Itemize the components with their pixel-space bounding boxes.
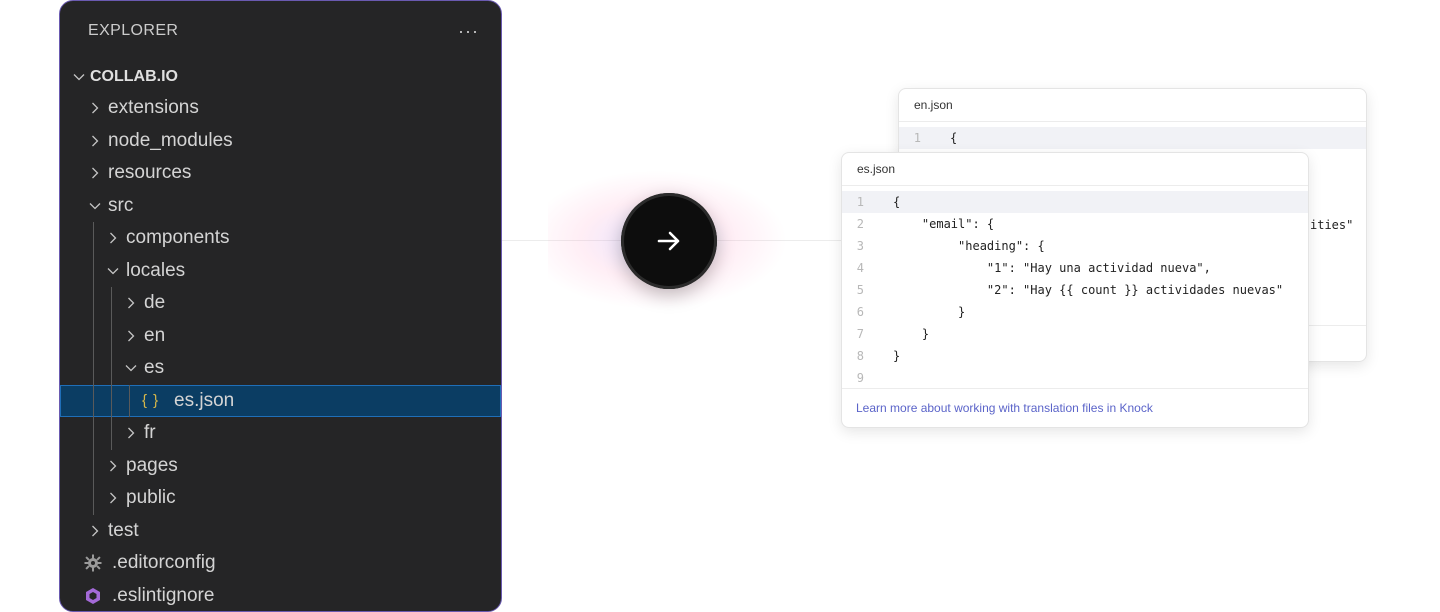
tree-item-label: locales	[126, 259, 186, 281]
es-json-card: es.json 1{2 "email": {3 "heading": {4 "1…	[841, 152, 1309, 428]
line-number: 1	[913, 131, 921, 145]
tree-item-test[interactable]: test	[60, 515, 501, 548]
tree-item-label: es.json	[174, 389, 235, 411]
tree-item-label: resources	[108, 162, 192, 184]
code-text: "heading": {	[893, 239, 1045, 253]
chevron-down-icon	[72, 70, 90, 84]
tree-item-es[interactable]: es	[60, 352, 501, 385]
chevron-right-icon	[106, 491, 124, 505]
tree-item-label: .eslintignore	[112, 584, 215, 606]
code-line: 9	[842, 367, 1308, 389]
code-text: }	[893, 327, 930, 341]
chevron-down-icon	[88, 199, 106, 213]
file-tree: COLLAB.IO extensions node_modules resource…	[60, 61, 501, 612]
tree-item-label: en	[144, 324, 166, 346]
code-editor-es[interactable]: 1{2 "email": {3 "heading": {4 "1": "Hay …	[842, 186, 1308, 389]
chevron-right-icon	[124, 426, 142, 440]
gear-icon	[84, 554, 102, 572]
chevron-right-icon	[88, 101, 106, 115]
tree-item-label: pages	[126, 454, 178, 476]
explorer-panel: EXPLORER ··· COLLAB.IO extensions node_mo…	[59, 0, 502, 612]
tree-item-label: node_modules	[108, 129, 233, 151]
code-line: 4 "1": "Hay una actividad nueva",	[842, 257, 1308, 279]
tree-item-de[interactable]: de	[60, 287, 501, 320]
code-text: "1": "Hay una actividad nueva",	[893, 261, 1211, 275]
line-number: 1	[856, 195, 864, 209]
tree-item-fr[interactable]: fr	[60, 417, 501, 450]
line-number: 3	[856, 239, 864, 253]
tree-item-src[interactable]: src	[60, 190, 501, 223]
tree-root-label: COLLAB.IO	[90, 67, 178, 85]
explorer-header: EXPLORER ···	[60, 1, 501, 61]
card-tab-es-json[interactable]: es.json	[842, 153, 1308, 186]
tree-item-pages[interactable]: pages	[60, 450, 501, 483]
chevron-right-icon	[124, 329, 142, 343]
code-line: 1{	[899, 127, 1366, 149]
tree-item-label: extensions	[108, 97, 199, 119]
code-line: 5 "2": "Hay {{ count }} actividades nuev…	[842, 279, 1308, 301]
code-text: }	[893, 349, 901, 363]
arrow-button[interactable]	[621, 193, 717, 289]
indent-guide	[111, 287, 112, 450]
indent-guide	[93, 222, 94, 515]
peek-text: ities"	[1310, 218, 1354, 232]
tree-item-label: src	[108, 194, 134, 216]
tree-item-label: test	[108, 519, 139, 541]
chevron-right-icon	[106, 459, 124, 473]
code-line: 1{	[842, 191, 1308, 213]
line-number: 8	[856, 349, 864, 363]
tree-item-editorconfig[interactable]: .editorconfig	[60, 547, 501, 580]
code-editor-en[interactable]: 1{	[899, 122, 1366, 149]
line-number: 5	[856, 283, 864, 297]
line-number: 9	[856, 371, 864, 385]
tree-item-label: .editorconfig	[112, 552, 216, 574]
indent-guide	[129, 384, 130, 417]
arrow-right-icon	[657, 231, 680, 251]
code-text: {	[950, 131, 958, 145]
tree-item-locales[interactable]: locales	[60, 255, 501, 288]
code-text: {	[893, 195, 901, 209]
code-line: 8}	[842, 345, 1308, 367]
tree-item-label: public	[126, 487, 176, 509]
tree-item-public[interactable]: public	[60, 482, 501, 515]
chevron-right-icon	[88, 166, 106, 180]
line-number: 6	[856, 305, 864, 319]
chevron-right-icon	[106, 231, 124, 245]
code-line: 7 }	[842, 323, 1308, 345]
tree-item-node-modules[interactable]: node_modules	[60, 125, 501, 158]
tree-item-label: es	[144, 357, 165, 379]
tree-item-eslintignore[interactable]: .eslintignore	[60, 580, 501, 612]
code-line: 3 "heading": {	[842, 235, 1308, 257]
code-line: 6 }	[842, 301, 1308, 323]
code-text: "2": "Hay {{ count }} actividades nuevas…	[893, 283, 1284, 297]
card-tab-en-json[interactable]: en.json	[899, 89, 1366, 122]
tree-item-label: components	[126, 227, 230, 249]
line-number: 7	[856, 327, 864, 341]
tree-root-collab-io[interactable]: COLLAB.IO	[60, 61, 501, 92]
json-file-icon: { }	[142, 392, 160, 410]
line-number: 2	[856, 217, 864, 231]
tree-item-es-json[interactable]: { } es.json	[60, 384, 501, 417]
tree-item-components[interactable]: components	[60, 222, 501, 255]
translation-docs-link[interactable]: Learn more about working with translatio…	[856, 401, 1153, 415]
tree-item-extensions[interactable]: extensions	[60, 92, 501, 125]
more-actions-icon[interactable]: ···	[458, 22, 479, 40]
tree-item-label: de	[144, 292, 166, 314]
chevron-right-icon	[124, 296, 142, 310]
code-line: 2 "email": {	[842, 213, 1308, 235]
code-text: "email": {	[893, 217, 995, 231]
code-text: }	[893, 305, 966, 319]
tree-item-en[interactable]: en	[60, 320, 501, 353]
tree-item-label: fr	[144, 422, 156, 444]
tree-item-resources[interactable]: resources	[60, 157, 501, 190]
chevron-down-icon	[106, 264, 124, 278]
chevron-right-icon	[88, 134, 106, 148]
eslint-icon	[84, 587, 102, 605]
card-footer: Learn more about working with translatio…	[842, 388, 1308, 427]
explorer-title: EXPLORER	[88, 22, 179, 39]
line-number: 4	[856, 261, 864, 275]
chevron-right-icon	[88, 524, 106, 538]
chevron-down-icon	[124, 361, 142, 375]
